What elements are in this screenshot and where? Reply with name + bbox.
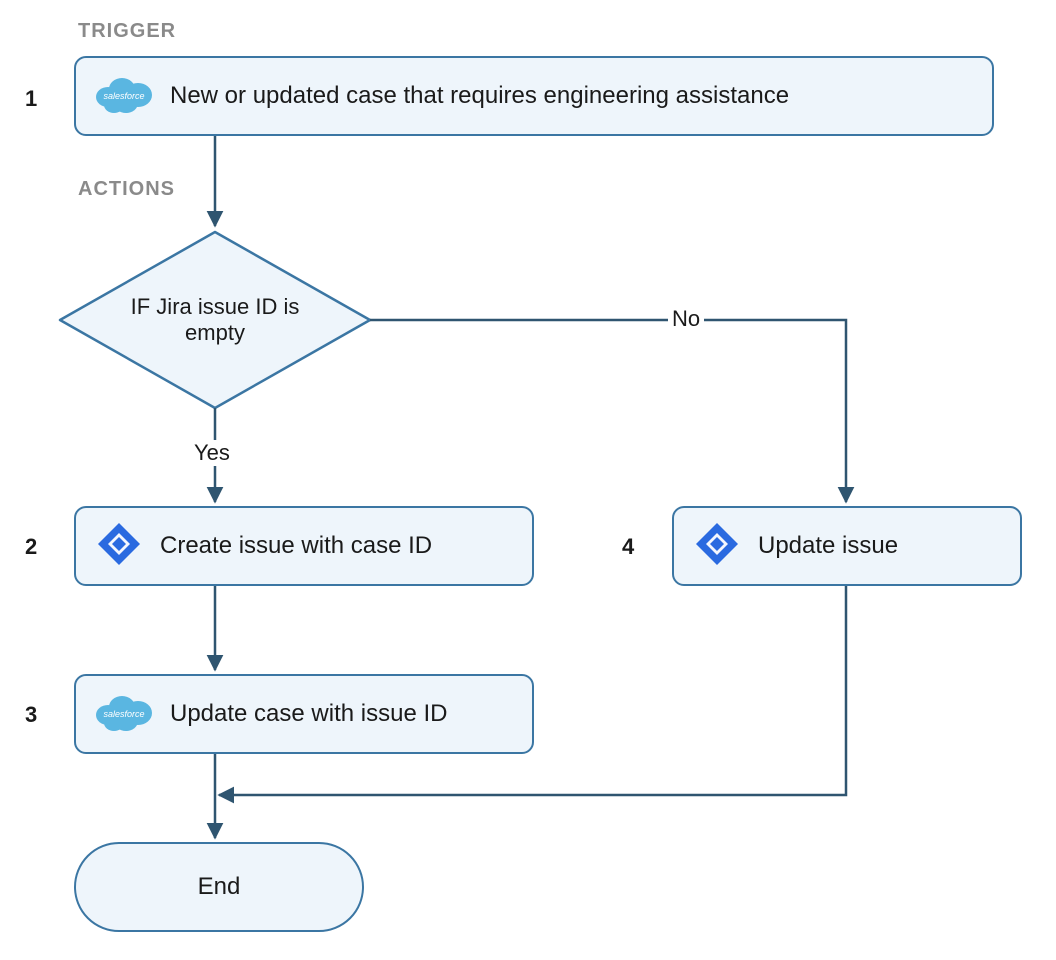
step2-text: Create issue with case ID — [160, 532, 432, 560]
step-number-2: 2 — [25, 534, 37, 560]
decision-node: IF Jira issue ID is empty — [58, 230, 372, 410]
salesforce-icon: salesforce — [94, 73, 154, 120]
step-number-4: 4 — [622, 534, 634, 560]
trigger-section-label: TRIGGER — [78, 20, 176, 43]
jira-icon — [94, 519, 144, 574]
jira-icon — [692, 519, 742, 574]
step4-node: Update issue — [672, 506, 1022, 586]
flow-connectors — [0, 0, 1056, 960]
actions-section-label: ACTIONS — [78, 178, 175, 201]
svg-text:salesforce: salesforce — [103, 91, 144, 101]
step-number-1: 1 — [25, 86, 37, 112]
trigger-node: salesforce New or updated case that requ… — [74, 56, 994, 136]
salesforce-icon: salesforce — [94, 691, 154, 738]
step2-node: Create issue with case ID — [74, 506, 534, 586]
trigger-text: New or updated case that requires engine… — [170, 82, 789, 110]
step-number-3: 3 — [25, 702, 37, 728]
end-node: End — [74, 842, 364, 932]
svg-text:salesforce: salesforce — [103, 709, 144, 719]
edge-yes-label: Yes — [190, 440, 234, 466]
step4-text: Update issue — [758, 532, 898, 560]
edge-no-label: No — [668, 306, 704, 332]
step3-text: Update case with issue ID — [170, 700, 447, 728]
end-text: End — [198, 873, 241, 901]
step3-node: salesforce Update case with issue ID — [74, 674, 534, 754]
decision-text: IF Jira issue ID is empty — [118, 294, 312, 346]
